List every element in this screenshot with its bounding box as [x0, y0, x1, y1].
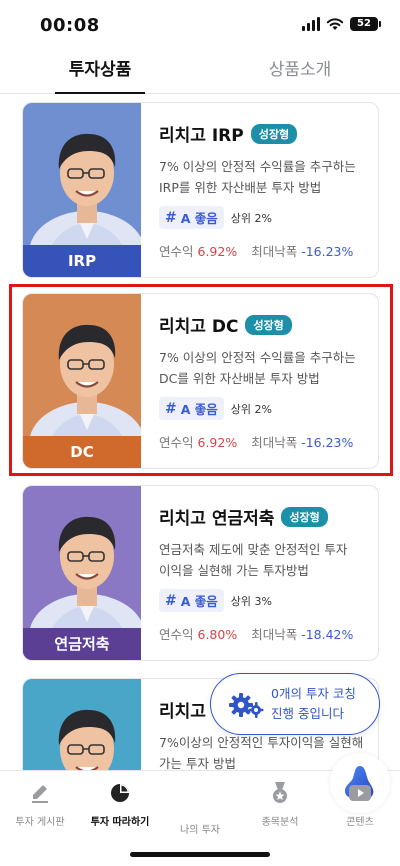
- drawdown-label: 최대낙폭: [251, 244, 298, 259]
- drawdown-value: -18.42%: [301, 627, 354, 642]
- risk-badge: 성장형: [250, 123, 298, 144]
- nav-label: 투자 따라하기: [90, 817, 150, 828]
- nav-stock-analysis[interactable]: 종목분석: [240, 779, 320, 828]
- product-description: 연금저축 제도에 맞춘 안정적인 투자 이익을 실현해 가는 투자방법: [159, 542, 348, 578]
- status-time: 00:08: [40, 15, 100, 36]
- hash-icon: #: [165, 592, 177, 609]
- coaching-status-button[interactable]: 0개의 투자 코칭 진행 중입니다: [210, 673, 380, 735]
- product-title: 리치고 연금저축: [159, 509, 275, 529]
- coaching-count-text: 0개의 투자 코칭: [271, 686, 356, 701]
- drawdown-label: 최대낙폭: [251, 627, 298, 642]
- product-photo-label: 연금저축: [23, 628, 141, 660]
- return-label: 연수익: [159, 627, 194, 642]
- nav-contents[interactable]: 콘텐츠: [320, 779, 400, 828]
- nav-follow-investment[interactable]: 투자 따라하기: [80, 779, 160, 828]
- drawdown-label: 최대낙폭: [251, 435, 298, 450]
- rank-text: 상위 2%: [230, 402, 272, 416]
- return-label: 연수익: [159, 244, 194, 259]
- pencil-icon: [32, 785, 48, 803]
- risk-badge: 성장형: [281, 506, 328, 527]
- grade-chip: # A 좋음: [159, 206, 224, 229]
- top-tabs: 투자상품 상품소개: [0, 50, 400, 94]
- medal-icon: [273, 782, 287, 803]
- product-description: 7% 이상의 안정적 수익률을 추구하는 IRP를 위한 자산배분 투자 방법: [159, 159, 356, 195]
- product-list: IRP 리치고 IRP 성장형 7% 이상의 안정적 수익률을 추구하는 IRP…: [0, 94, 400, 770]
- grade-chip: # A 좋음: [159, 397, 224, 420]
- play-icon: [349, 785, 371, 801]
- drawdown-value: -16.23%: [301, 435, 354, 450]
- return-value: 6.80%: [197, 627, 238, 642]
- nav-my-investment[interactable]: 나의 투자: [160, 753, 390, 836]
- nav-label: 콘텐츠: [346, 817, 374, 828]
- nav-label: 투자 게시판: [15, 817, 65, 828]
- risk-badge: 성장형: [245, 314, 292, 335]
- rank-text: 상위 2%: [230, 211, 272, 225]
- hash-icon: #: [165, 209, 177, 226]
- status-icons: 52: [302, 17, 381, 31]
- product-card-irp[interactable]: IRP 리치고 IRP 성장형 7% 이상의 안정적 수익률을 추구하는 IRP…: [22, 102, 379, 278]
- drawdown-value: -16.23%: [301, 244, 354, 259]
- nav-label: 종목분석: [261, 817, 299, 828]
- return-value: 6.92%: [197, 244, 238, 259]
- battery-icon: 52: [350, 17, 381, 31]
- grade-label: A 좋음: [180, 402, 218, 417]
- product-photo: DC: [23, 294, 141, 468]
- return-value: 6.92%: [197, 435, 238, 450]
- nav-label: 나의 투자: [180, 825, 220, 836]
- product-photo: IRP: [23, 103, 141, 277]
- product-photo-label: DC: [23, 436, 141, 468]
- grade-chip: # A 좋음: [159, 589, 224, 612]
- grade-label: A 좋음: [180, 594, 218, 609]
- wifi-icon: [326, 18, 344, 30]
- product-photo: [23, 679, 141, 770]
- product-title: 리치고 IRP: [159, 126, 244, 146]
- return-label: 연수익: [159, 435, 194, 450]
- hash-icon: #: [165, 400, 177, 417]
- coaching-status-text: 진행 중입니다: [271, 706, 344, 721]
- product-photo-label: IRP: [23, 245, 141, 277]
- gears-icon: [229, 693, 264, 718]
- product-description: 7% 이상의 안정적 수익률을 추구하는 DC를 위한 자산배분 투자 방법: [159, 350, 356, 386]
- status-bar: 00:08 52: [0, 0, 400, 50]
- pie-chart-icon: [111, 784, 129, 802]
- product-photo: 연금저축: [23, 486, 141, 660]
- nav-investment-board[interactable]: 투자 게시판: [0, 779, 80, 828]
- home-indicator: [130, 852, 270, 857]
- product-card-pension[interactable]: 연금저축 리치고 연금저축 성장형 연금저축 제도에 맞춘 안정적인 투자 이익…: [22, 485, 379, 661]
- tab-investment-products[interactable]: 투자상품: [55, 50, 145, 94]
- tab-product-intro[interactable]: 상품소개: [255, 50, 345, 94]
- rank-text: 상위 3%: [230, 594, 272, 608]
- product-title: 리치고: [159, 702, 206, 722]
- cellular-signal-icon: [302, 17, 320, 31]
- grade-label: A 좋음: [180, 211, 218, 226]
- product-card-dc[interactable]: DC 리치고 DC 성장형 7% 이상의 안정적 수익률을 추구하는 DC를 위…: [22, 293, 379, 469]
- person-illustration: [58, 709, 116, 770]
- product-title: 리치고 DC: [159, 317, 239, 337]
